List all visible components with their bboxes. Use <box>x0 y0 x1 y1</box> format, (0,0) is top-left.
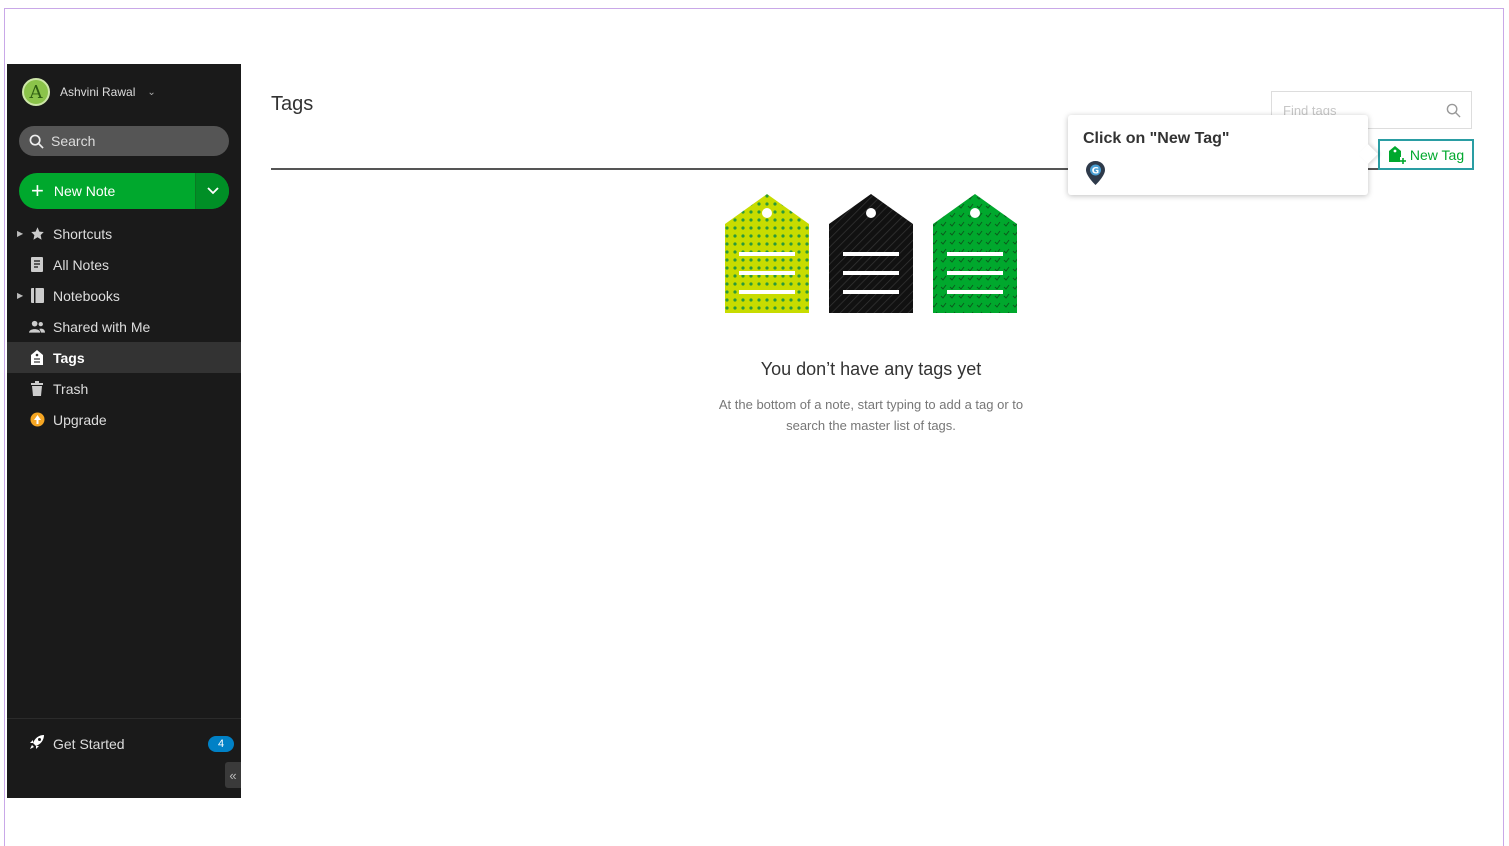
search-icon[interactable] <box>1446 103 1461 118</box>
sidebar-item-label: Shared with Me <box>53 318 151 335</box>
new-note-dropdown[interactable] <box>195 173 229 209</box>
tag-icon <box>29 350 45 365</box>
account-menu[interactable]: A Ashvini Rawal ⌄ <box>22 78 156 106</box>
sidebar-item-label: Shortcuts <box>53 225 113 242</box>
new-note-button[interactable]: + New Note <box>19 173 229 209</box>
sidebar-divider <box>7 718 241 719</box>
sidebar-item-shared-with-me[interactable]: Shared with Me <box>7 311 241 342</box>
sidebar-item-upgrade[interactable]: Upgrade <box>7 404 241 435</box>
sidebar-item-label: Notebooks <box>53 287 120 304</box>
chevron-down-icon <box>206 187 219 195</box>
guide-pin-icon: G <box>1086 161 1105 185</box>
user-avatar: A <box>22 78 50 106</box>
sidebar-item-trash[interactable]: Trash <box>7 373 241 404</box>
sidebar-item-shortcuts[interactable]: ▶ Shortcuts <box>7 218 241 249</box>
sidebar-search[interactable]: Search <box>19 126 229 156</box>
empty-state-heading: You don’t have any tags yet <box>760 359 982 379</box>
notes-icon <box>29 257 45 272</box>
add-tag-icon <box>1388 145 1406 164</box>
guide-tooltip: Click on "New Tag" G <box>1068 115 1378 195</box>
new-note-label: New Note <box>53 183 116 199</box>
new-tag-button[interactable]: New Tag <box>1378 139 1474 170</box>
user-name: Ashvini Rawal <box>60 85 136 99</box>
upgrade-icon <box>29 412 45 427</box>
expand-caret-icon[interactable]: ▶ <box>17 229 23 238</box>
get-started-count-badge: 4 <box>208 735 234 752</box>
black-tag-shape <box>829 194 913 313</box>
sidebar-item-label: Upgrade <box>53 411 107 428</box>
lime-tag-shape <box>725 194 809 313</box>
plus-icon: + <box>31 178 44 203</box>
search-icon <box>29 134 44 149</box>
search-label: Search <box>51 133 96 149</box>
collapse-sidebar-button[interactable]: « <box>225 762 241 788</box>
sidebar-item-label: Trash <box>53 380 89 397</box>
page-title: Tags <box>271 93 314 115</box>
empty-state-description: At the bottom of a note, start typing to… <box>718 397 1024 433</box>
rocket-icon <box>29 734 45 753</box>
get-started-label: Get Started <box>53 735 125 752</box>
tooltip-text: Click on "New Tag" <box>1083 130 1230 147</box>
sidebar: A Ashvini Rawal ⌄ Search + New Note ▶ Sh… <box>7 64 241 798</box>
sidebar-item-label: All Notes <box>53 256 110 273</box>
expand-caret-icon[interactable]: ▶ <box>17 291 23 300</box>
new-tag-label: New Tag <box>1409 146 1465 163</box>
sidebar-item-label: Tags <box>53 349 85 366</box>
trash-icon <box>29 381 45 396</box>
get-started-button[interactable]: Get Started 4 <box>29 734 234 753</box>
sidebar-item-all-notes[interactable]: All Notes <box>7 249 241 280</box>
svg-text:G: G <box>1092 167 1099 177</box>
chevron-down-icon: ⌄ <box>147 86 156 98</box>
sidebar-item-notebooks[interactable]: ▶ Notebooks <box>7 280 241 311</box>
sidebar-item-tags[interactable]: Tags <box>7 342 241 373</box>
new-note-main[interactable]: + New Note <box>19 173 195 209</box>
star-icon <box>29 226 45 241</box>
green-tag-shape <box>933 194 1017 313</box>
people-icon <box>29 320 45 333</box>
sidebar-nav: ▶ Shortcuts All Notes ▶ Notebooks Shared… <box>7 218 241 435</box>
empty-tags-illustration <box>725 194 1017 313</box>
notebook-icon <box>29 288 45 303</box>
